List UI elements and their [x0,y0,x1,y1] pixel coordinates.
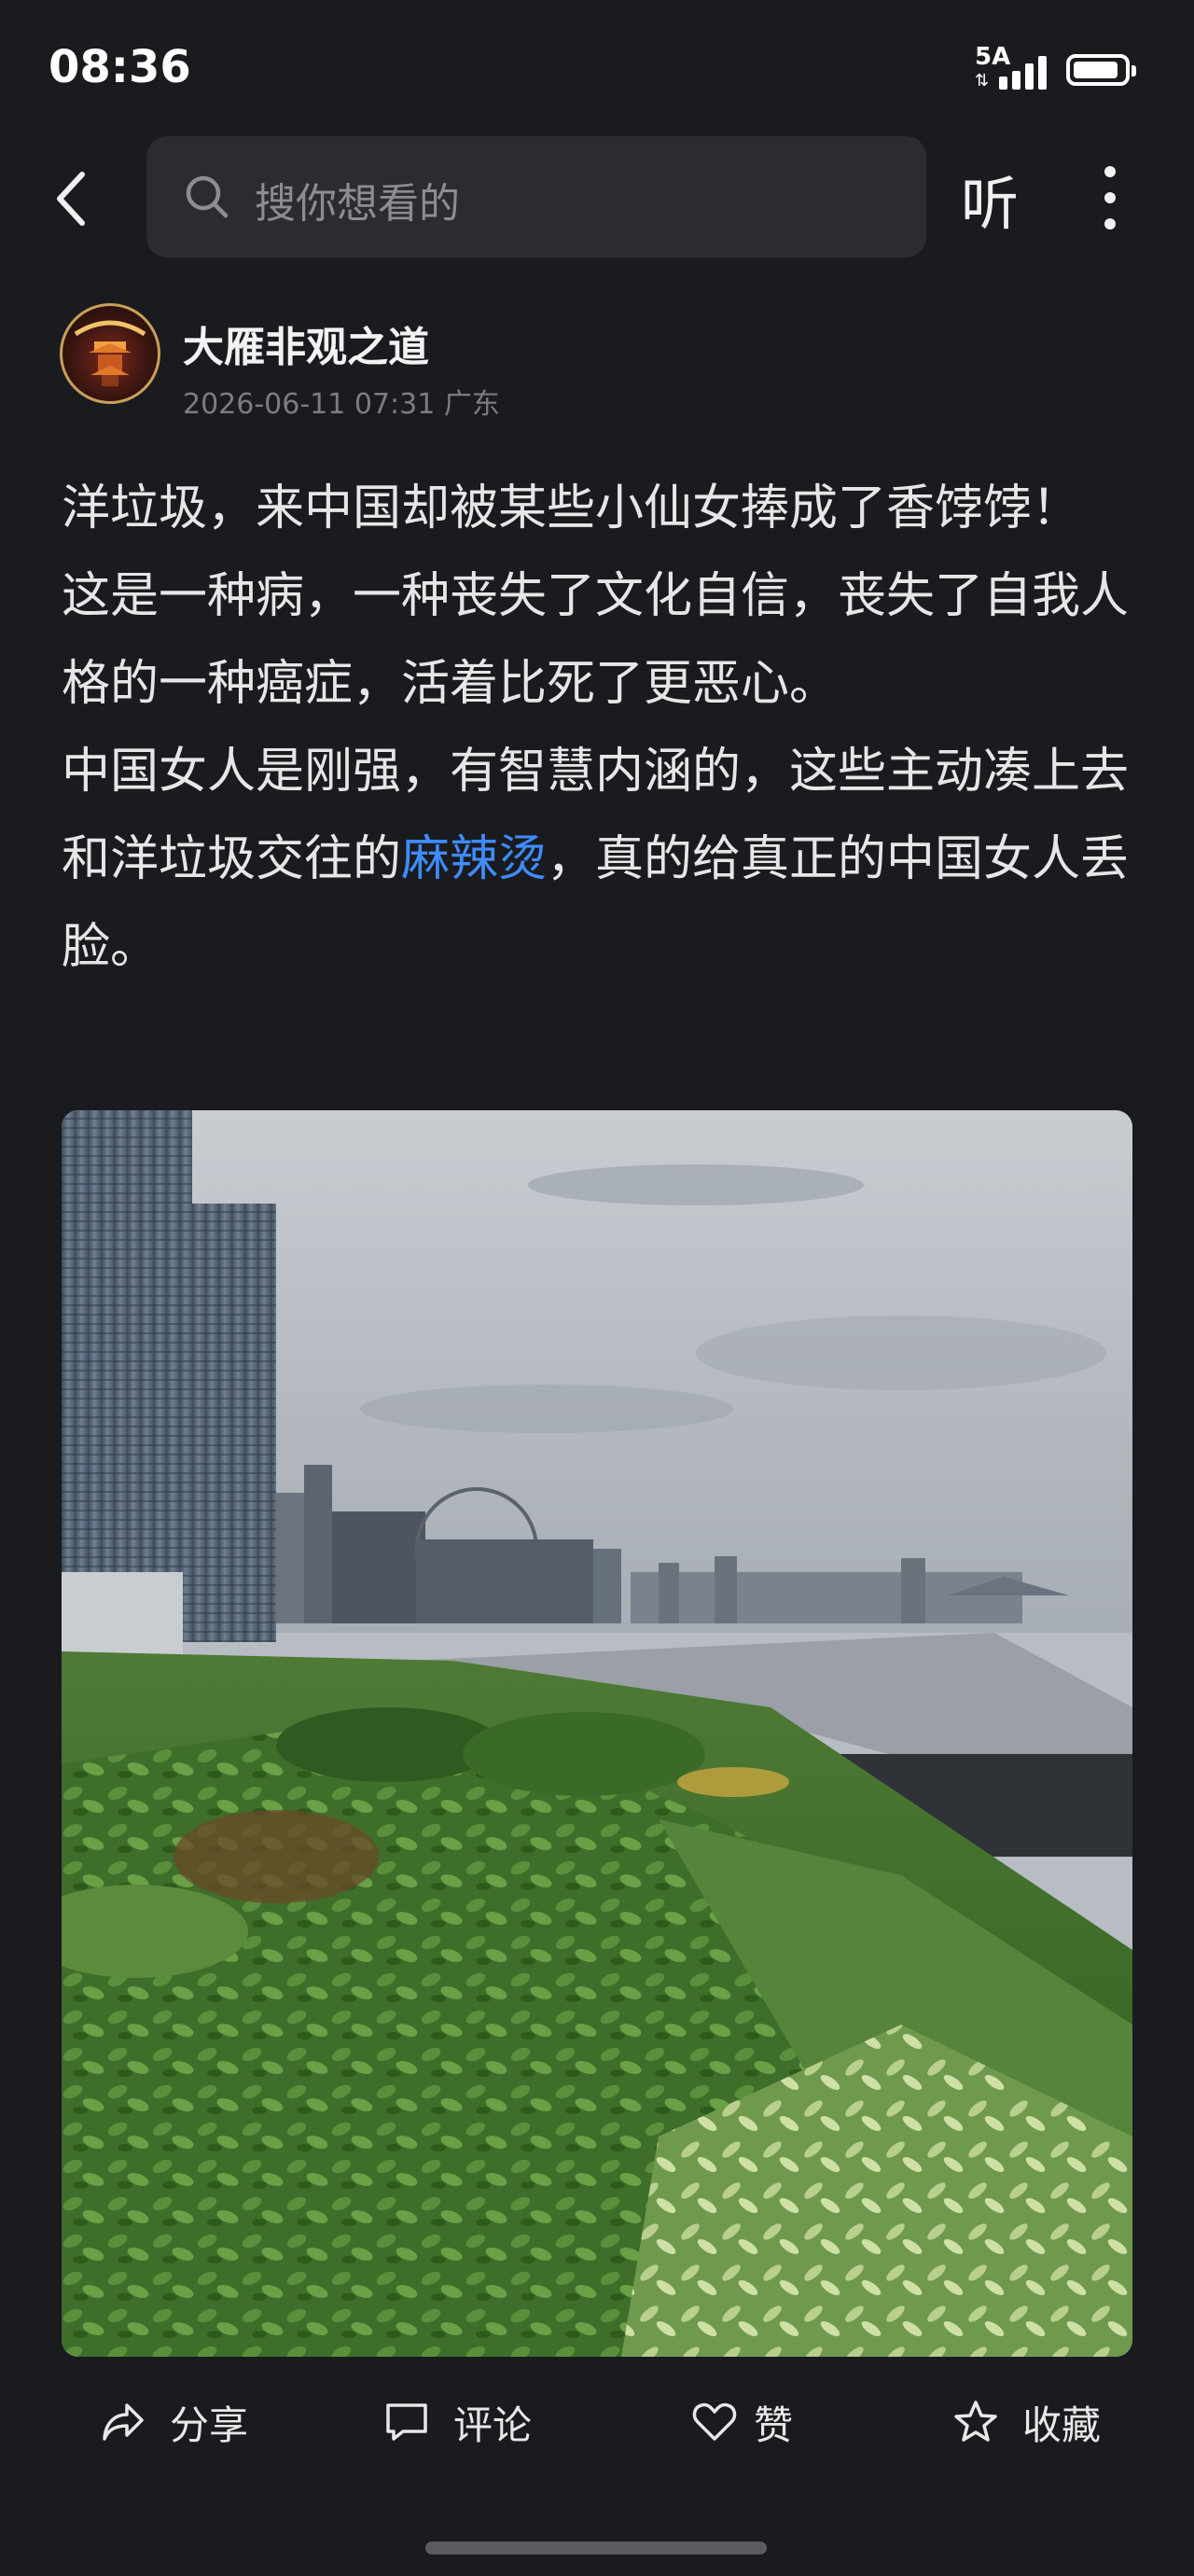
like-label: 赞 [754,2402,794,2448]
search-placeholder: 搜你想看的 [255,180,460,228]
home-indicator[interactable] [425,2541,767,2555]
avatar[interactable] [60,303,160,404]
more-vertical-icon [1104,166,1116,177]
share-button[interactable]: 分享 [99,2388,248,2456]
star-icon [954,2401,997,2442]
action-bar: 分享 评论 赞 收藏 [0,2388,1194,2456]
back-button[interactable] [45,157,97,241]
post-paragraph: 中国女人是刚强，有智慧内涵的，这些主动凑上去和洋垃圾交往的麻辣烫，真的给真正的中… [62,744,1130,975]
share-label: 分享 [170,2402,249,2448]
post-meta: 2026-06-11 07:31 广东 [183,388,500,421]
topic-link[interactable]: 麻辣烫 [401,831,547,887]
listen-button[interactable]: 听 [961,157,1019,241]
battery-level [1074,62,1118,78]
comment-button[interactable]: 评论 [382,2388,532,2456]
post-paragraph: 洋垃圾，来中国却被某些小仙女捧成了香饽饽！ [62,480,1081,536]
favorite-button[interactable]: 收藏 [951,2388,1101,2456]
search-input[interactable]: 搜你想看的 [146,136,926,258]
post-paragraph: 这是一种病，一种丧失了文化自信，丧失了自我人格的一种癌症，活着比死了更恶心。 [62,568,1130,712]
battery-icon [1066,54,1136,86]
network-label: 5A [975,43,1011,71]
favorite-label: 收藏 [1022,2402,1102,2448]
search-icon [186,175,229,218]
status-bar: 08:36 5A ⇅ [0,0,1194,140]
author-name[interactable]: 大雁非观之道 [183,313,429,373]
data-arrows-icon: ⇅ [975,71,989,91]
post-image[interactable] [62,1110,1132,2357]
heart-icon [692,2402,737,2441]
app-page: 08:36 5A ⇅ 搜你想看的 听 大雁非观之道 2026-06-11 07:… [0,0,1194,2576]
comment-label: 评论 [453,2402,533,2448]
more-button[interactable] [1091,166,1129,231]
comment-icon [386,2403,427,2441]
like-button[interactable]: 赞 [690,2388,793,2456]
back-arrow-icon [57,172,85,226]
signal-icon: 5A ⇅ [975,43,1053,93]
share-icon [103,2403,144,2441]
avatar-image [74,320,146,386]
rooftop-garden-photo [62,1110,1132,2357]
clock: 08:36 [49,41,191,93]
post-body: 洋垃圾，来中国却被某些小仙女捧成了香饽饽！ 这是一种病，一种丧失了文化自信，丧失… [62,465,1134,991]
